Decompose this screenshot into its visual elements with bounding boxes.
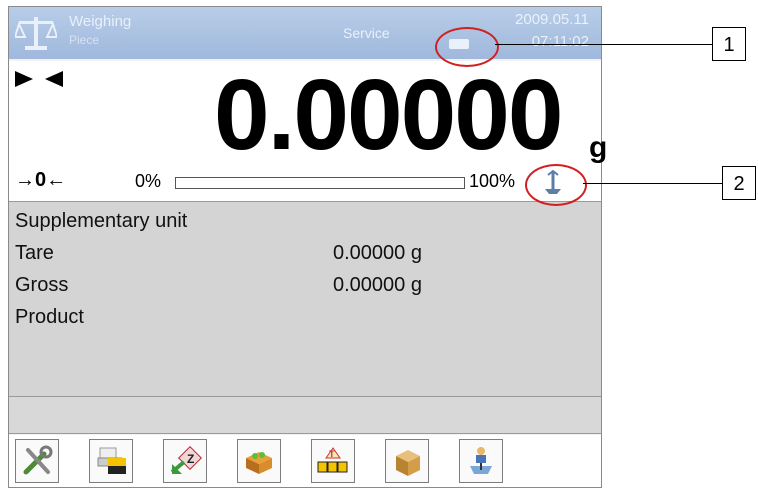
zero-button[interactable]: Z — [163, 439, 207, 483]
stability-marker-icon — [15, 71, 63, 87]
tare-icon: T — [317, 447, 348, 473]
tools-settings-icon — [23, 445, 53, 475]
range-end-label: 100% — [469, 171, 516, 191]
info-panel: Supplementary unit Tare 0.00000 g Gross … — [9, 201, 601, 397]
info-row-value: 0.00000 g — [333, 242, 422, 264]
info-strip — [9, 397, 601, 434]
info-row-label: Gross — [15, 274, 69, 296]
info-row-label: Supplementary unit — [15, 210, 188, 232]
weight-display: 0.00000 g →0← 0% 100% — [9, 59, 607, 201]
callout-2-label: 2 — [722, 166, 756, 200]
level-adjust-button[interactable] — [459, 439, 503, 483]
svg-text:Z: Z — [187, 452, 194, 466]
weight-reading: 0.00000 — [214, 59, 563, 171]
tools-settings-button[interactable] — [15, 439, 59, 483]
mode-title: Weighing — [69, 13, 132, 30]
products-database-button[interactable] — [237, 439, 281, 483]
weight-unit: g — [589, 131, 608, 164]
callout-2-leader-line — [583, 183, 722, 184]
user-level-label: Service — [343, 25, 390, 41]
mode-subtitle: Piece — [69, 33, 100, 47]
callout-1-label: 1 — [712, 27, 746, 61]
callout-1-highlight — [435, 27, 499, 67]
weighing-range-bar — [175, 177, 465, 189]
range-start-label: 0% — [135, 171, 162, 191]
date-label: 2009.05.11 — [515, 11, 589, 28]
callout-2-highlight — [525, 164, 587, 206]
info-row-label: Tare — [15, 242, 54, 264]
scale-logo-icon — [15, 17, 57, 50]
scale-screen: Weighing Piece Service 2009.05.11 07:11:… — [8, 6, 607, 488]
packaging-button[interactable] — [385, 439, 429, 483]
svg-text:T: T — [329, 449, 335, 459]
printer-icon — [97, 447, 126, 474]
packaging-icon — [396, 450, 420, 476]
tare-button[interactable]: T — [311, 439, 355, 483]
zero-indicator: →0← — [15, 169, 67, 191]
level-adjust-icon — [470, 447, 492, 474]
info-row-label: Product — [15, 306, 84, 328]
zero-icon: Z — [170, 445, 202, 474]
header-bar: Weighing Piece Service 2009.05.11 07:11:… — [9, 7, 601, 59]
print-button[interactable] — [89, 439, 133, 483]
info-row-value: 0.00000 g — [333, 274, 422, 296]
function-toolbar: Z T — [9, 435, 601, 487]
products-database-icon — [246, 452, 272, 474]
time-label: 07:11:02 — [531, 33, 589, 50]
callout-1-leader-line — [495, 44, 712, 45]
